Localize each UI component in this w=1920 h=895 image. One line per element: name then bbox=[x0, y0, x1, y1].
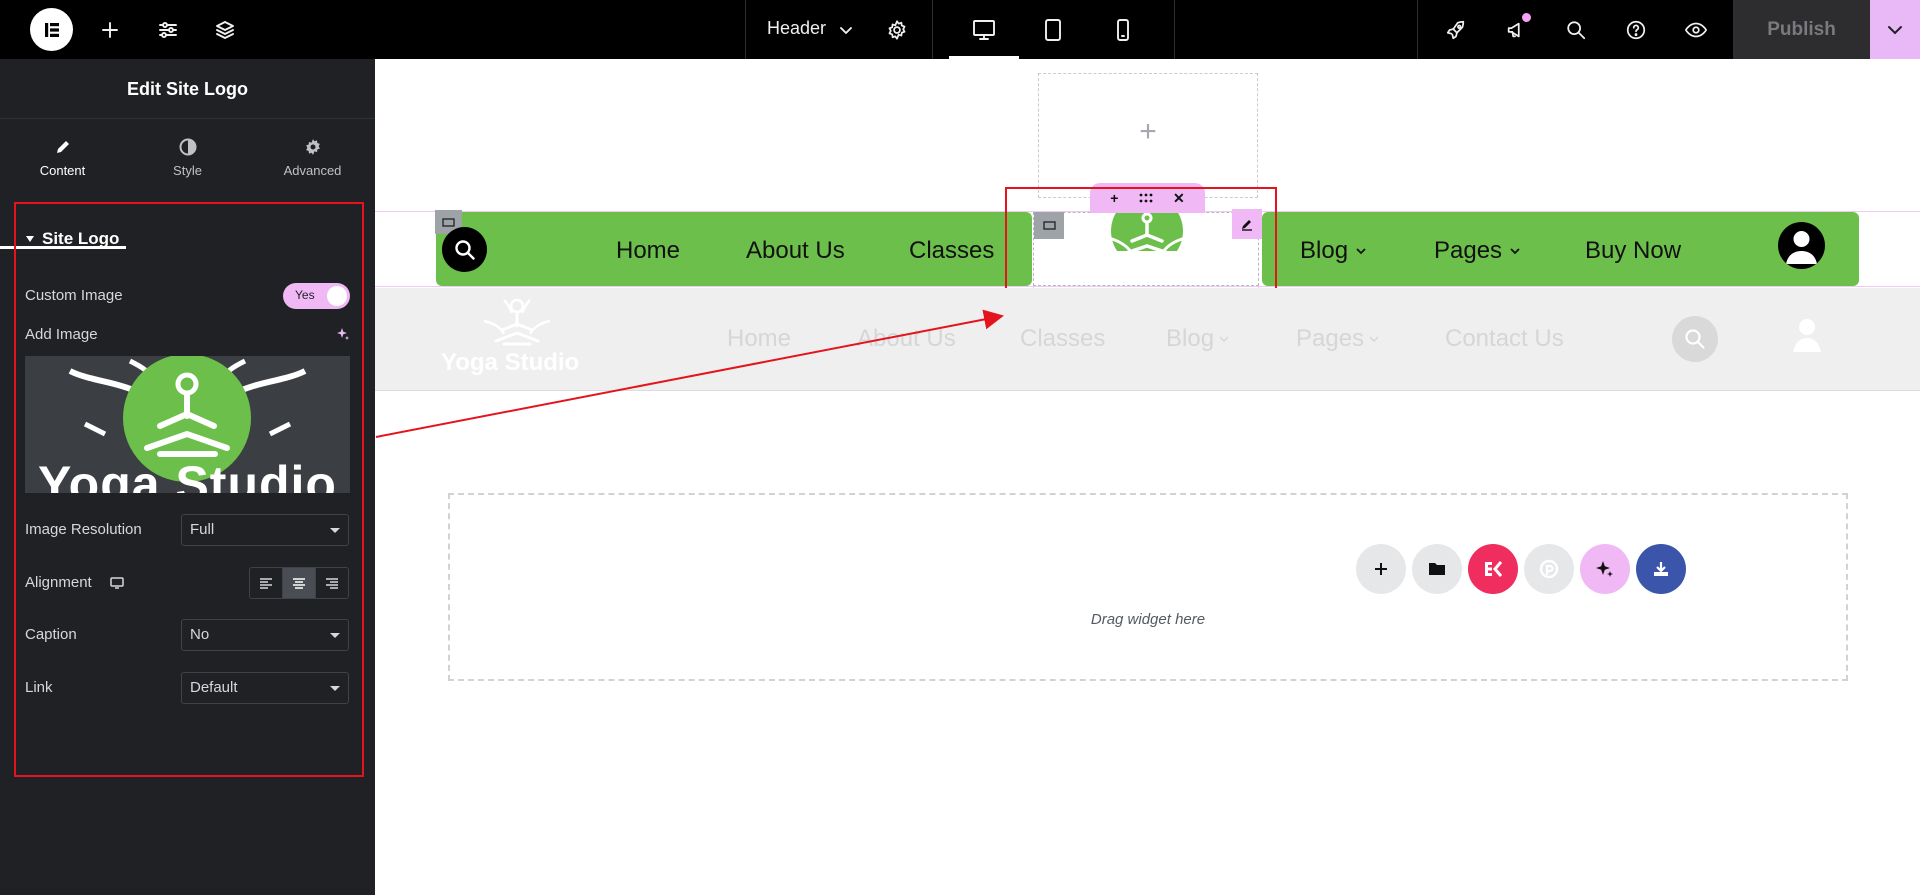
tab-style-label: Style bbox=[173, 163, 202, 178]
divider bbox=[745, 0, 746, 59]
page-settings-gear-icon[interactable] bbox=[882, 0, 912, 59]
rocket-icon[interactable] bbox=[1441, 0, 1471, 59]
search-icon[interactable] bbox=[442, 227, 487, 272]
half-circle-icon bbox=[179, 138, 196, 156]
nav-link-label: Pages bbox=[1296, 325, 1365, 352]
nav-link-pages[interactable]: Pages bbox=[1434, 237, 1522, 265]
top-bar: Header Publish bbox=[0, 0, 1920, 59]
mobile-view-icon[interactable] bbox=[1088, 0, 1158, 59]
desktop-view-icon[interactable] bbox=[949, 0, 1019, 59]
tab-advanced-label: Advanced bbox=[283, 163, 342, 178]
pencil-icon bbox=[56, 141, 69, 153]
highlight-annotation-box bbox=[14, 202, 364, 777]
add-new-section-dropzone[interactable]: Drag widget here bbox=[448, 493, 1848, 681]
template-library-folder-icon[interactable] bbox=[1412, 544, 1462, 594]
preview-nav-pages[interactable]: Pages bbox=[1296, 325, 1380, 353]
nav-link-label: Contact Us bbox=[1445, 325, 1564, 352]
nav-link-label: Pages bbox=[1434, 237, 1503, 264]
chevron-down-icon[interactable] bbox=[834, 0, 858, 59]
divider bbox=[932, 0, 933, 59]
preview-nav-about-us[interactable]: About Us bbox=[857, 325, 956, 353]
editor-panel: Edit Site Logo Content Style Advanced Si… bbox=[0, 59, 375, 895]
editor-canvas: + Home About Us Classes + ✕ Blog Pages B… bbox=[375, 59, 1920, 895]
nav-link-label: Home bbox=[616, 237, 681, 264]
chevron-down-icon bbox=[1356, 248, 1366, 255]
divider bbox=[1417, 0, 1418, 59]
elementor-logo-icon[interactable] bbox=[30, 8, 73, 51]
pro-addon-icon[interactable] bbox=[1524, 544, 1574, 594]
nav-link-label: Blog bbox=[1166, 325, 1215, 352]
nav-link-about-us[interactable]: About Us bbox=[746, 237, 845, 265]
structure-layers-icon[interactable] bbox=[207, 0, 243, 59]
nav-link-label: Classes bbox=[1020, 325, 1106, 352]
elementskit-icon[interactable] bbox=[1468, 544, 1518, 594]
preview-nav-classes[interactable]: Classes bbox=[1020, 325, 1105, 353]
tablet-view-icon[interactable] bbox=[1018, 0, 1088, 59]
ai-sparkle-icon[interactable] bbox=[1580, 544, 1630, 594]
panel-title: Edit Site Logo bbox=[0, 59, 375, 119]
site-settings-icon[interactable] bbox=[150, 0, 186, 59]
nav-link-label: Blog bbox=[1300, 237, 1349, 264]
megaphone-icon[interactable] bbox=[1501, 0, 1531, 59]
chevron-down-icon bbox=[1369, 336, 1379, 343]
preview-nav-home[interactable]: Home bbox=[727, 325, 791, 353]
publish-button[interactable]: Publish bbox=[1733, 0, 1870, 59]
add-section-plus-icon[interactable] bbox=[1356, 544, 1406, 594]
nav-link-label: About Us bbox=[746, 237, 845, 264]
add-element-icon[interactable] bbox=[92, 0, 128, 59]
nav-link-classes[interactable]: Classes bbox=[909, 237, 994, 265]
lotus-logo-icon bbox=[483, 298, 551, 346]
nav-link-label: Buy Now bbox=[1585, 237, 1682, 264]
nav-link-label: About Us bbox=[857, 325, 956, 352]
help-icon[interactable] bbox=[1621, 0, 1651, 59]
search-icon[interactable] bbox=[1561, 0, 1591, 59]
nav-link-home[interactable]: Home bbox=[616, 237, 680, 265]
tab-content-label: Content bbox=[39, 163, 86, 178]
publish-options-chevron-icon[interactable] bbox=[1870, 0, 1920, 59]
preview-search-icon[interactable] bbox=[1672, 316, 1718, 362]
nav-link-label: Classes bbox=[909, 237, 995, 264]
chevron-down-icon bbox=[1219, 336, 1229, 343]
site-logo-text: Yoga Studio bbox=[441, 349, 580, 376]
user-account-icon[interactable] bbox=[1778, 222, 1825, 269]
add-section-dropzone[interactable]: + bbox=[1038, 73, 1258, 198]
preview-nav-contact-us[interactable]: Contact Us bbox=[1445, 325, 1564, 353]
elementor-editor: Header Publish Edit Site Logo Content St… bbox=[0, 0, 1920, 895]
nav-link-buy-now[interactable]: Buy Now bbox=[1585, 237, 1681, 265]
preview-eye-icon[interactable] bbox=[1681, 0, 1711, 59]
notification-dot bbox=[1522, 13, 1531, 22]
chevron-down-icon bbox=[1510, 248, 1520, 255]
dropzone-hint: Drag widget here bbox=[1090, 611, 1206, 628]
nav-link-label: Home bbox=[727, 325, 792, 352]
import-download-icon[interactable] bbox=[1636, 544, 1686, 594]
document-title[interactable]: Header bbox=[767, 0, 826, 59]
divider bbox=[1174, 0, 1175, 59]
nav-link-blog[interactable]: Blog bbox=[1300, 237, 1368, 265]
preview-nav-blog[interactable]: Blog bbox=[1166, 325, 1230, 353]
gear-icon bbox=[305, 139, 320, 155]
preview-user-icon[interactable] bbox=[1791, 317, 1823, 355]
